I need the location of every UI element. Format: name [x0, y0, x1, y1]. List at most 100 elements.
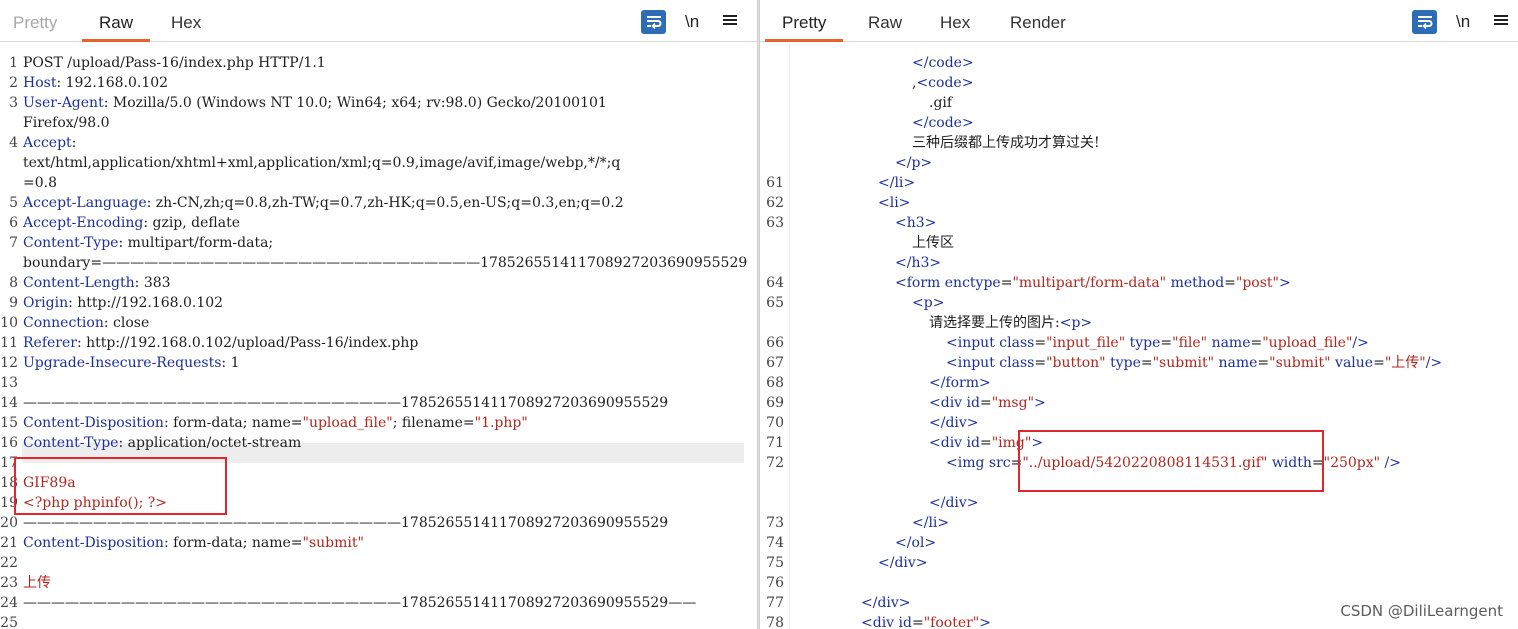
line-number: 65 — [766, 295, 784, 311]
code-token: Referer — [23, 335, 77, 351]
code-token: </div> — [878, 555, 928, 571]
code-token: <div — [929, 435, 967, 451]
code-token: ; filename= — [392, 415, 475, 431]
code-token: ———————————————————————————1785265514117… — [23, 595, 697, 611]
line-number: 24 — [0, 595, 18, 611]
tab-raw[interactable]: Raw — [868, 12, 902, 42]
code-token: .gif — [929, 95, 953, 111]
wrap-lines-icon[interactable] — [1412, 10, 1437, 34]
code-token: /> — [1352, 335, 1369, 351]
code-line: Content-Disposition: form-data; name="su… — [23, 533, 364, 553]
code-token: User-Agent — [23, 95, 104, 111]
code-line: POST /upload/Pass-16/index.php HTTP/1.1 — [23, 53, 326, 73]
code-line: Accept-Language: zh-CN,zh;q=0.8,zh-TW;q=… — [23, 193, 624, 213]
tab-hex[interactable]: Hex — [940, 12, 970, 42]
code-token: "footer" — [923, 615, 980, 629]
line-number: 63 — [766, 215, 784, 231]
line-number — [760, 133, 784, 153]
code-line: </form> — [793, 373, 991, 393]
code-token: : close — [103, 315, 150, 331]
code-token: </li> — [912, 515, 950, 531]
code-line: ———————————————————————————1785265514117… — [23, 513, 668, 533]
line-number — [760, 473, 784, 493]
code-token: Content-Disposition — [23, 535, 164, 551]
line-number: 74 — [766, 535, 784, 551]
code-token: = — [1034, 355, 1047, 371]
code-token: ———————————————————————————1785265514117… — [23, 515, 669, 531]
code-token: "file" — [1172, 335, 1208, 351]
wrap-lines-icon[interactable] — [641, 10, 666, 34]
code-line: </div> — [793, 593, 911, 613]
line-number: 71 — [766, 435, 784, 451]
line-number: 22 — [0, 555, 18, 571]
code-token: name — [1211, 335, 1251, 351]
newline-toggle[interactable]: \n — [685, 10, 699, 34]
code-token: = — [1373, 355, 1385, 371]
code-token: 请选择要上传的图片: — [929, 315, 1060, 331]
code-token: <div — [929, 395, 967, 411]
code-token: = — [911, 615, 924, 629]
code-token: enctype — [944, 275, 1001, 291]
line-number — [760, 233, 784, 253]
code-token: <p> — [912, 295, 945, 311]
code-token: = — [1140, 355, 1153, 371]
line-number — [760, 313, 784, 333]
line-number: 77 — [766, 595, 784, 611]
newline-toggle[interactable]: \n — [1456, 10, 1470, 34]
watermark: CSDN @DiliLearngent — [1340, 602, 1503, 620]
code-token: : form-data; name= — [163, 535, 303, 551]
line-number: 25 — [0, 615, 18, 629]
code-token: : 192.168.0.102 — [56, 75, 169, 91]
code-token: id — [898, 615, 912, 629]
tab-pretty[interactable]: Pretty — [13, 12, 57, 42]
code-line: User-Agent: Mozilla/5.0 (Windows NT 10.0… — [23, 93, 607, 113]
code-token: : 1 — [221, 355, 240, 371]
code-line: <form enctype="multipart/form-data" meth… — [793, 273, 1291, 293]
code-token: </code> — [912, 55, 974, 71]
line-number: 1 — [9, 55, 18, 71]
code-token: </code> — [912, 115, 974, 131]
code-token: = — [1000, 275, 1013, 291]
code-token: </p> — [895, 155, 933, 171]
code-token: </div> — [929, 495, 979, 511]
line-number: 10 — [0, 315, 18, 331]
code-token: Connection — [23, 315, 104, 331]
code-token: </h3> — [895, 255, 942, 271]
code-token: "multipart/form-data" — [1012, 275, 1167, 291]
code-token: "button" — [1046, 355, 1106, 371]
line-number: 12 — [0, 355, 18, 371]
line-number: 62 — [766, 195, 784, 211]
code-token: > — [979, 615, 991, 629]
code-line: </p> — [793, 153, 932, 173]
code-token: = — [979, 435, 992, 451]
line-number — [0, 253, 18, 273]
tab-pretty[interactable]: Pretty — [764, 12, 844, 42]
code-token: Accept-Encoding — [23, 215, 144, 231]
code-token: type — [1110, 355, 1141, 371]
code-token: "input_file" — [1046, 335, 1126, 351]
code-line: Upgrade-Insecure-Requests: 1 — [23, 353, 239, 373]
code-token: src — [988, 455, 1011, 471]
code-token: Content-Type — [23, 235, 119, 251]
line-number: 3 — [9, 95, 18, 111]
tab-render[interactable]: Render — [1010, 12, 1066, 42]
code-token: method — [1170, 275, 1225, 291]
code-line: ,<code> — [793, 73, 973, 93]
menu-icon[interactable] — [1494, 10, 1508, 34]
tab-raw[interactable]: Raw — [81, 12, 151, 42]
code-line: Connection: close — [23, 313, 149, 333]
menu-icon[interactable] — [723, 10, 737, 34]
line-number — [760, 73, 784, 93]
code-token: 上传区 — [912, 235, 954, 251]
code-line: Firefox/98.0 — [23, 113, 110, 133]
tab-hex[interactable]: Hex — [171, 12, 201, 42]
code-token: POST /upload/Pass-16/index.php HTTP/1.1 — [23, 55, 326, 71]
line-number: 16 — [0, 435, 18, 451]
code-token: : — [71, 135, 77, 151]
code-token: : multipart/form-data; — [118, 235, 274, 251]
code-line: Host: 192.168.0.102 — [23, 73, 168, 93]
code-token: name — [1218, 355, 1258, 371]
line-number: 13 — [0, 375, 18, 391]
code-line: <p> — [793, 293, 944, 313]
code-line: <div id="img"> — [793, 433, 1043, 453]
